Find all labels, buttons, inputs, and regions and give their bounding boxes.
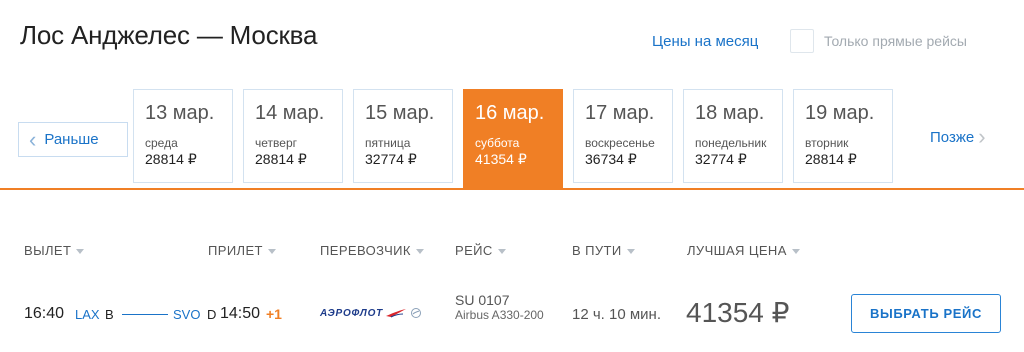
flight-duration: 12 ч. 10 мин. bbox=[572, 306, 661, 323]
sort-caret-icon bbox=[267, 248, 276, 254]
arrival-airport-code: SVO bbox=[173, 307, 201, 322]
next-day-badge: +1 bbox=[266, 306, 282, 322]
later-label: Позже bbox=[930, 128, 975, 146]
sort-caret-icon bbox=[415, 248, 424, 254]
date-card-date: 18 мар. bbox=[695, 102, 765, 124]
departure-terminal: B bbox=[105, 307, 114, 322]
airline-wing-icon bbox=[386, 309, 407, 318]
date-card-price: 28814 ₽ bbox=[805, 151, 857, 167]
sky-team-icon bbox=[411, 308, 422, 318]
direct-only-label[interactable]: Только прямые рейсы bbox=[824, 33, 967, 49]
date-card-date: 19 мар. bbox=[805, 102, 875, 124]
arrival-time: 14:50 bbox=[220, 305, 261, 322]
date-card-date: 13 мар. bbox=[145, 102, 215, 124]
flight-number: SU 0107 bbox=[455, 292, 510, 308]
sort-arrival[interactable]: ПРИЛЕТ bbox=[208, 243, 276, 258]
airline-name: АЭРОФЛОТ bbox=[320, 307, 384, 319]
airline-logo: АЭРОФЛОТ bbox=[320, 307, 422, 319]
sort-carrier[interactable]: ПЕРЕВОЗЧИК bbox=[320, 243, 424, 258]
sort-departure[interactable]: ВЫЛЕТ bbox=[24, 243, 85, 258]
earlier-button[interactable]: ‹ Раньше bbox=[18, 122, 128, 157]
column-label-flight: РЕЙС bbox=[455, 243, 493, 258]
date-card-18[interactable]: 18 мар. понедельник 32774 ₽ bbox=[683, 89, 783, 183]
date-card-weekday: среда bbox=[145, 136, 178, 150]
date-card-16-selected[interactable]: 16 мар. суббота 41354 ₽ bbox=[463, 89, 563, 190]
date-card-17[interactable]: 17 мар. воскресенье 36734 ₽ bbox=[573, 89, 673, 183]
route-title: Лос Анджелес — Москва bbox=[20, 20, 318, 50]
direct-only-checkbox[interactable] bbox=[790, 29, 814, 53]
best-price: 41354 ₽ bbox=[686, 297, 790, 328]
date-card-19[interactable]: 19 мар. вторник 28814 ₽ bbox=[793, 89, 893, 183]
date-card-weekday: суббота bbox=[475, 136, 520, 150]
date-card-weekday: вторник bbox=[805, 136, 849, 150]
date-card-13[interactable]: 13 мар. среда 28814 ₽ bbox=[133, 89, 233, 183]
date-card-15[interactable]: 15 мар. пятница 32774 ₽ bbox=[353, 89, 453, 183]
selected-date-divider bbox=[0, 188, 1024, 190]
date-card-price: 36734 ₽ bbox=[585, 151, 637, 167]
date-card-price: 32774 ₽ bbox=[365, 151, 417, 167]
aircraft-type: Airbus A330-200 bbox=[455, 308, 544, 322]
direct-only-filter[interactable]: Только прямые рейсы bbox=[790, 29, 967, 53]
sort-best-price[interactable]: ЛУЧШАЯ ЦЕНА bbox=[687, 243, 800, 258]
date-card-weekday: понедельник bbox=[695, 136, 767, 150]
sort-flight[interactable]: РЕЙС bbox=[455, 243, 506, 258]
sort-caret-icon bbox=[791, 248, 800, 254]
date-card-price: 41354 ₽ bbox=[475, 151, 527, 167]
date-card-14[interactable]: 14 мар. четверг 28814 ₽ bbox=[243, 89, 343, 183]
arrival-terminal: D bbox=[207, 307, 217, 322]
chevron-left-icon: ‹ bbox=[29, 126, 37, 152]
column-label-duration: В ПУТИ bbox=[572, 243, 622, 258]
month-prices-link[interactable]: Цены на месяц bbox=[652, 33, 758, 50]
sort-duration[interactable]: В ПУТИ bbox=[572, 243, 635, 258]
column-label-departure: ВЫЛЕТ bbox=[24, 243, 72, 258]
departure-airport-code: LAX bbox=[75, 307, 100, 322]
date-card-weekday: пятница bbox=[365, 136, 411, 150]
date-card-date: 17 мар. bbox=[585, 102, 655, 124]
column-label-arrival: ПРИЛЕТ bbox=[208, 243, 263, 258]
column-label-carrier: ПЕРЕВОЗЧИК bbox=[320, 243, 411, 258]
later-button[interactable]: Позже › bbox=[930, 126, 986, 148]
earlier-label: Раньше bbox=[44, 131, 99, 148]
select-flight-button[interactable]: ВЫБРАТЬ РЕЙС bbox=[851, 294, 1001, 333]
sort-caret-icon bbox=[497, 248, 506, 254]
route-line bbox=[122, 314, 168, 315]
date-card-date: 16 мар. bbox=[475, 102, 545, 124]
date-card-weekday: воскресенье bbox=[585, 136, 655, 150]
sort-caret-icon bbox=[626, 248, 635, 254]
date-card-price: 28814 ₽ bbox=[255, 151, 307, 167]
sort-caret-icon bbox=[76, 248, 85, 254]
date-card-price: 32774 ₽ bbox=[695, 151, 747, 167]
date-card-weekday: четверг bbox=[255, 136, 297, 150]
date-card-price: 28814 ₽ bbox=[145, 151, 197, 167]
column-label-best-price: ЛУЧШАЯ ЦЕНА bbox=[687, 243, 787, 258]
chevron-right-icon: › bbox=[978, 124, 986, 149]
departure-time: 16:40 bbox=[24, 305, 65, 322]
date-card-date: 15 мар. bbox=[365, 102, 435, 124]
date-card-date: 14 мар. bbox=[255, 102, 325, 124]
